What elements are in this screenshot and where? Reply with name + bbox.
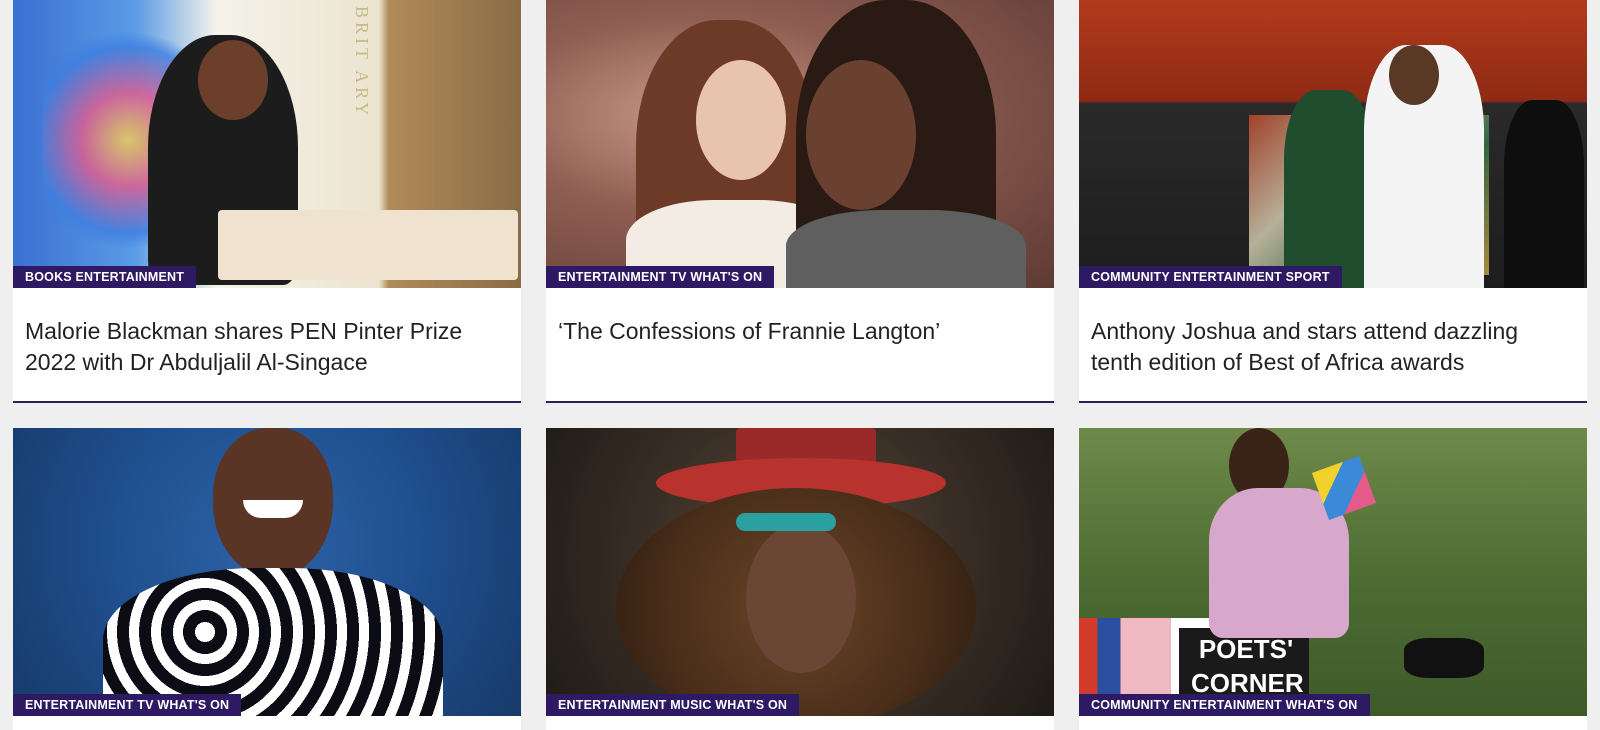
article-card-4[interactable]: ENTERTAINMENT TV WHAT'S ON (13, 428, 521, 730)
category-tags[interactable]: ENTERTAINMENT TV WHAT'S ON (546, 266, 775, 288)
boots (1404, 638, 1484, 678)
face (746, 523, 856, 673)
article-card-6[interactable]: POETS' CORNER COMMUNITY ENTERTAINMENT WH… (1079, 428, 1587, 730)
figure-right-face (806, 60, 916, 210)
article-card-1[interactable]: BRIT ARY BOOKS ENTERTAINMENT Malorie Bla… (13, 0, 521, 403)
article-card-3[interactable]: COMMUNITY ENTERTAINMENT SPORT Anthony Jo… (1079, 0, 1587, 403)
article-card-2[interactable]: ENTERTAINMENT TV WHAT'S ON ‘The Confessi… (546, 0, 1054, 403)
poets-corner-sign: POETS' CORNER (1191, 634, 1304, 698)
banner-text: BRIT ARY (352, 6, 372, 120)
smile (243, 500, 303, 518)
article-image-2[interactable]: ENTERTAINMENT TV WHAT'S ON (546, 0, 1054, 288)
article-image-1[interactable]: BRIT ARY BOOKS ENTERTAINMENT (13, 0, 521, 288)
article-title[interactable]: Malorie Blackman shares PEN Pinter Prize… (13, 288, 521, 378)
guest-figure (1504, 100, 1584, 288)
headband (736, 513, 836, 531)
figure-left-face (696, 60, 786, 180)
presenter-figure (1284, 90, 1374, 288)
article-image-6[interactable]: POETS' CORNER COMMUNITY ENTERTAINMENT WH… (1079, 428, 1587, 716)
boxer-head (1389, 45, 1439, 105)
article-title[interactable]: ‘The Confessions of Frannie Langton’ (546, 288, 1054, 347)
article-card-5[interactable]: ENTERTAINMENT MUSIC WHAT'S ON (546, 428, 1054, 730)
category-tags[interactable]: BOOKS ENTERTAINMENT (13, 266, 197, 288)
article-image-3[interactable]: COMMUNITY ENTERTAINMENT SPORT (1079, 0, 1587, 288)
article-title[interactable]: Anthony Joshua and stars attend dazzling… (1079, 288, 1587, 378)
article-image-5[interactable]: ENTERTAINMENT MUSIC WHAT'S ON (546, 428, 1054, 716)
article-image-4[interactable]: ENTERTAINMENT TV WHAT'S ON (13, 428, 521, 716)
speaker-head (198, 40, 268, 120)
category-tags[interactable]: ENTERTAINMENT MUSIC WHAT'S ON (546, 694, 800, 716)
category-tags[interactable]: ENTERTAINMENT TV WHAT'S ON (13, 694, 242, 716)
lectern (218, 210, 518, 280)
figure-right-dress (786, 210, 1026, 288)
category-tags[interactable]: COMMUNITY ENTERTAINMENT WHAT'S ON (1079, 694, 1370, 716)
category-tags[interactable]: COMMUNITY ENTERTAINMENT SPORT (1079, 266, 1342, 288)
